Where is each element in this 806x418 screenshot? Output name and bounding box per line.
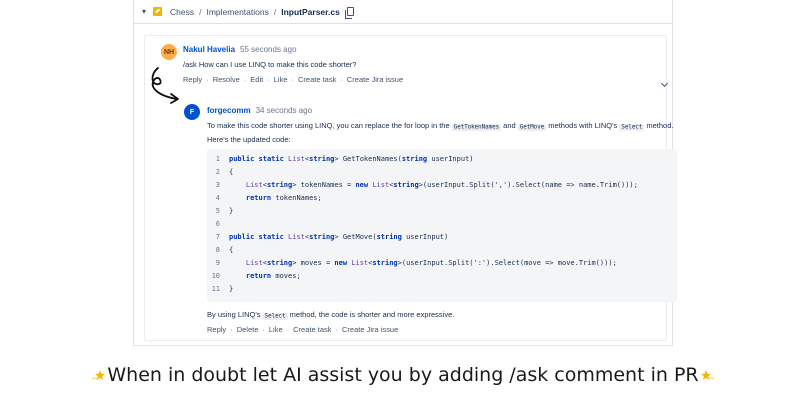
code-text: List<string> moves = new List<string>(us… — [245, 259, 617, 267]
file-icon — [153, 7, 163, 16]
line-number: 7 — [215, 233, 220, 241]
file-header: ▾ Chess / Implementations / InputParser.… — [134, 0, 672, 24]
code-text: return moves; — [245, 272, 301, 280]
reply-button[interactable]: Reply — [207, 325, 226, 334]
pull-request-panel: ▾ Chess / Implementations / InputParser.… — [133, 0, 677, 346]
code-text: public static List<string> GetTokenNames… — [229, 155, 474, 163]
sparkle-star-icon — [91, 366, 107, 382]
code-line: 8{ — [207, 244, 677, 257]
edit-button[interactable]: Edit — [250, 75, 263, 84]
chevron-down-icon[interactable]: ▾ — [142, 7, 146, 16]
line-number: 4 — [215, 194, 220, 202]
code-line: 4 return tokenNames; — [207, 192, 677, 205]
code-text: { — [229, 246, 234, 254]
author-name[interactable]: Nakul Havelia — [183, 45, 235, 54]
reply-text: To make this code shorter using LINQ, yo… — [207, 121, 452, 130]
code-line: 10 return moves; — [207, 270, 677, 283]
inline-code: Select — [262, 312, 288, 320]
code-line: 2{ — [207, 166, 677, 179]
line-number: 10 — [211, 272, 220, 280]
comment-actions: Reply · Resolve · Edit · Like · Create task ·… — [183, 75, 404, 84]
reply-timestamp: 34 seconds ago — [255, 106, 313, 115]
code-text: public static List<string> GetMove(strin… — [229, 233, 449, 241]
code-line: 1 public static List<string> GetTokenName… — [207, 153, 677, 166]
reply-text: methods with LINQ's — [546, 121, 620, 130]
line-number: 2 — [215, 168, 220, 176]
breadcrumb-separator: / — [199, 6, 202, 17]
comment-timestamp: 55 seconds ago — [240, 45, 297, 54]
delete-button[interactable]: Delete — [237, 325, 259, 334]
breadcrumb-item-chess[interactable]: Chess — [170, 7, 194, 17]
create-task-button[interactable]: Create task — [293, 325, 331, 334]
comment-thread: NH Nakul Havelia 55 seconds ago /ask How … — [144, 35, 677, 341]
line-number: 3 — [215, 181, 220, 189]
code-line: 11} — [207, 283, 677, 296]
line-number: 11 — [211, 285, 220, 293]
code-line: 5} — [207, 205, 677, 218]
comment-author[interactable]: Nakul Havelia 55 seconds ago — [183, 45, 297, 54]
code-line: 9 List<string> moves = new List<string>(… — [207, 257, 677, 270]
sparkle-star-icon — [699, 366, 715, 382]
code-text: return tokenNames; — [245, 194, 322, 202]
line-number: 1 — [215, 155, 220, 163]
reply-actions: Reply · Delete · Like · Create task · Create… — [207, 325, 399, 334]
breadcrumb-separator: / — [273, 6, 277, 17]
curved-arrow-icon — [151, 67, 179, 104]
resolve-button[interactable]: Resolve — [213, 75, 240, 84]
reply-text: method, the code is shorter and more exp… — [287, 310, 455, 319]
code-text: } — [229, 285, 234, 293]
chevron-down-icon[interactable] — [661, 82, 667, 88]
code-block: 1 public static List<string> GetTokenName… — [207, 149, 677, 302]
line-number: 6 — [215, 220, 220, 228]
create-jira-issue-button[interactable]: Create Jira issue — [342, 325, 398, 334]
like-button[interactable]: Like — [269, 325, 283, 334]
code-text: } — [229, 207, 234, 215]
create-jira-issue-button[interactable]: Create Jira issue — [347, 75, 403, 84]
reply-footer: By using LINQ's Select method, the code … — [207, 309, 454, 323]
caption: When in doubt let AI assist you by addin… — [0, 364, 806, 386]
code-line: 7 public static List<string> GetMove(stri… — [207, 231, 677, 244]
code-line: 3 List<string> tokenNames = new List<str… — [207, 179, 677, 192]
line-number: 8 — [215, 246, 220, 254]
code-text: { — [229, 168, 234, 176]
create-task-button[interactable]: Create task — [298, 75, 336, 84]
line-number: 5 — [215, 207, 220, 215]
reply-text: Here's the updated code: — [207, 134, 291, 144]
inline-code: GetTokenNames — [451, 123, 502, 131]
author-name[interactable]: forgecomm — [207, 106, 251, 115]
reply-text: and — [501, 121, 518, 130]
code-line: 6 — [207, 218, 677, 231]
line-number: 9 — [215, 259, 220, 267]
inline-code: Select — [619, 123, 645, 131]
caption-text: When in doubt let AI assist you by addin… — [107, 364, 699, 386]
like-button[interactable]: Like — [274, 75, 288, 84]
reply-text: By using LINQ's — [207, 310, 263, 319]
reply-author[interactable]: forgecomm 34 seconds ago — [207, 106, 312, 115]
code-text: List<string> tokenNames = new List<strin… — [245, 181, 638, 189]
copy-icon[interactable] — [344, 7, 354, 19]
comment-body: /ask How can I use LINQ to make this cod… — [183, 60, 357, 69]
reply-body: To make this code shorter using LINQ, yo… — [207, 120, 677, 146]
avatar[interactable]: NH — [161, 44, 177, 60]
breadcrumb-item-implementations[interactable]: Implementations — [206, 7, 268, 17]
breadcrumb-item-file[interactable]: InputParser.cs — [281, 7, 340, 17]
reply-text: method. — [644, 121, 674, 130]
inline-code: GetMove — [517, 123, 547, 131]
